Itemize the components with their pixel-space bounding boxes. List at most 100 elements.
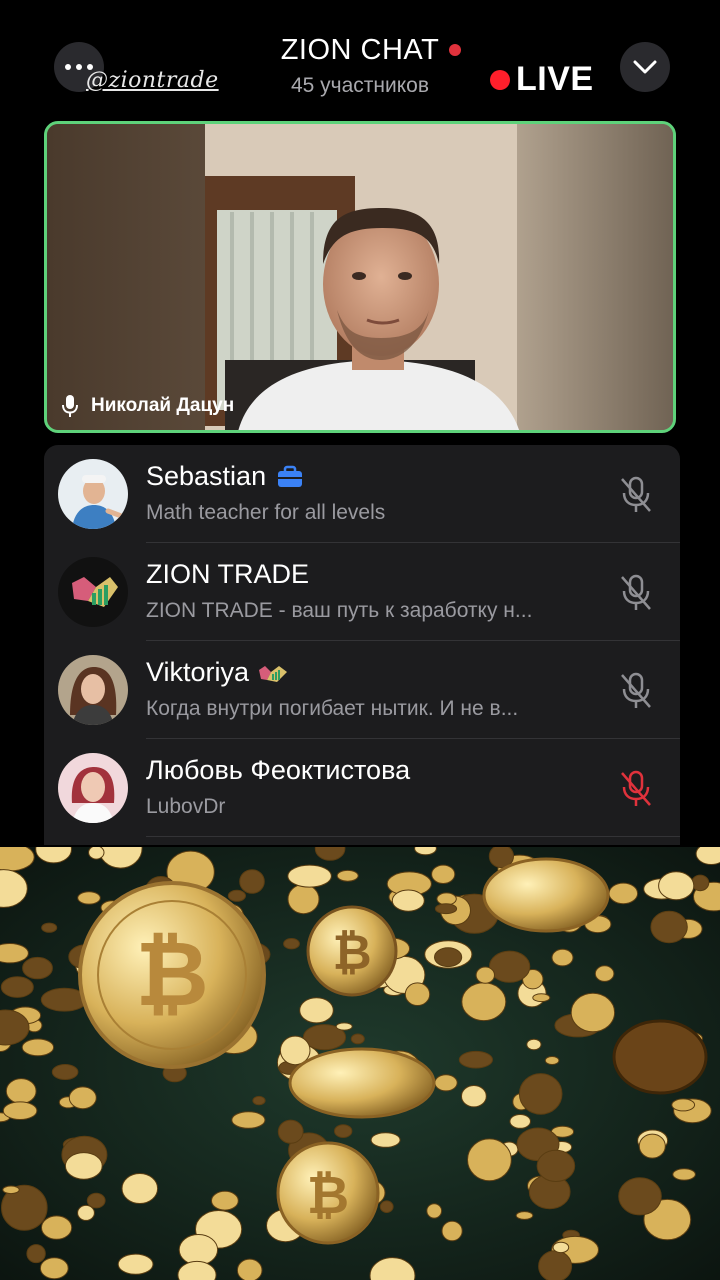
avatar [58, 459, 128, 529]
bitcoin-coin-icon: ₿ [276, 1141, 380, 1245]
coin-icon [538, 1250, 573, 1280]
bitcoin-coin-icon: ₿ [78, 881, 266, 1069]
coin-icon [5, 1078, 37, 1105]
coin-icon [252, 1095, 266, 1106]
coin-icon [287, 884, 320, 915]
participants-count: 45 участников [290, 74, 430, 97]
coin-icon [2, 1101, 38, 1121]
coin-icon [608, 882, 639, 905]
speaker-video-tile[interactable]: Николай Дацун [44, 121, 676, 433]
coin-icon [638, 1133, 666, 1159]
coin-icon [41, 922, 58, 933]
coin-icon [650, 910, 688, 944]
coin-icon [379, 1200, 394, 1214]
coin-icon [239, 869, 265, 894]
coin-icon [426, 1203, 443, 1219]
participant-row[interactable]: Viktoriya Когда внутри погибает нытик. И… [44, 641, 680, 739]
mic-off-icon[interactable] [618, 475, 654, 515]
live-dot-icon [490, 69, 510, 90]
coin-icon [77, 891, 101, 905]
chevron-down-icon [633, 60, 657, 74]
coin-icon [117, 1253, 154, 1275]
mic-off-icon[interactable] [618, 671, 654, 711]
recording-dot-icon [449, 44, 462, 56]
avatar [58, 753, 128, 823]
coin-icon [391, 889, 425, 912]
coin-icon [21, 1038, 55, 1057]
mic-muted-icon[interactable] [618, 769, 654, 809]
coin-icon [77, 1204, 95, 1221]
participant-name: Viktoriya [146, 657, 250, 687]
coin-icon [41, 1215, 73, 1240]
chat-title: ZION CHAT [281, 34, 462, 67]
coin-icon [441, 1220, 463, 1242]
coin-icon [22, 956, 53, 980]
svg-text:₿: ₿ [332, 925, 371, 981]
coin-icon [691, 874, 710, 892]
coin-icon [658, 871, 695, 901]
speaker-name: Николай Дацун [91, 395, 235, 416]
coin-icon [570, 992, 616, 1033]
participant-row[interactable]: Любовь Феоктистова LubovDr [44, 739, 680, 837]
coin-icon [236, 1258, 263, 1280]
participant-name: Любовь Феоктистова [146, 755, 411, 785]
collapse-button[interactable] [620, 42, 670, 92]
gold-coins-image: ₿ ₿ ₿ [0, 847, 720, 1280]
coin-icon [51, 1064, 79, 1080]
coin-icon [299, 997, 334, 1024]
coin-icon [334, 1124, 353, 1139]
speaker-video-frame [47, 124, 673, 430]
coin-icon [39, 1257, 69, 1280]
coin-icon [283, 938, 300, 950]
coin-icon [467, 1138, 512, 1182]
coin-icon [227, 889, 246, 902]
coin-icon [178, 1234, 219, 1266]
coin-icon [672, 1168, 696, 1181]
speaker-label: Николай Дацун [61, 394, 234, 418]
coin-icon [544, 1056, 560, 1065]
coin-icon [434, 903, 458, 915]
coin-icon [231, 1111, 266, 1129]
coin-icon [288, 1047, 436, 1119]
svg-text:₿: ₿ [307, 1166, 349, 1226]
coin-icon [436, 892, 457, 906]
participant-status: ZION TRADE - ваш путь к заработку н... [146, 599, 533, 622]
coin-icon [552, 1241, 570, 1254]
coin-icon [26, 1244, 46, 1264]
participant-status: Math teacher for all levels [146, 501, 386, 524]
mic-off-icon[interactable] [618, 573, 654, 613]
participant-row[interactable]: Sebastian Math teacher for all levels [44, 445, 680, 543]
svg-text:₿: ₿ [135, 922, 208, 1027]
coin-icon [335, 1022, 353, 1031]
live-badge: LIVE [490, 60, 594, 99]
coin-icon [434, 1074, 458, 1092]
coin-icon [350, 1033, 365, 1045]
participant-status: Когда внутри погибает нытик. И не в... [146, 697, 519, 720]
coin-icon [671, 1098, 696, 1112]
coin-icon [461, 1085, 487, 1108]
coin-icon [461, 982, 507, 1022]
chat-header: @ziontrade ZION CHAT 45 участников LIVE [0, 0, 720, 120]
coin-icon [211, 1190, 239, 1211]
coin-icon [482, 857, 610, 933]
coin-icon [121, 1173, 159, 1204]
coin-icon [526, 1038, 542, 1051]
coin-icon [618, 1177, 662, 1216]
coin-icon [68, 1086, 97, 1110]
coin-icon [488, 950, 531, 983]
coin-icon [551, 948, 574, 967]
participant-name: Sebastian [146, 461, 267, 491]
briefcase-icon [278, 465, 303, 487]
coin-icon [404, 982, 431, 1006]
participant-status: LubovDr [146, 795, 226, 818]
coin-icon [532, 993, 551, 1003]
coin-icon [536, 1149, 576, 1182]
coin-icon [277, 1119, 304, 1144]
coin-icon [0, 976, 34, 998]
participant-row[interactable]: ZION TRADE ZION TRADE - ваш путь к зараб… [44, 543, 680, 641]
coin-icon [594, 965, 615, 982]
coin-icon [287, 864, 332, 888]
coin-icon [515, 1211, 534, 1220]
coin-icon [336, 869, 359, 882]
coin-icon [88, 847, 105, 860]
